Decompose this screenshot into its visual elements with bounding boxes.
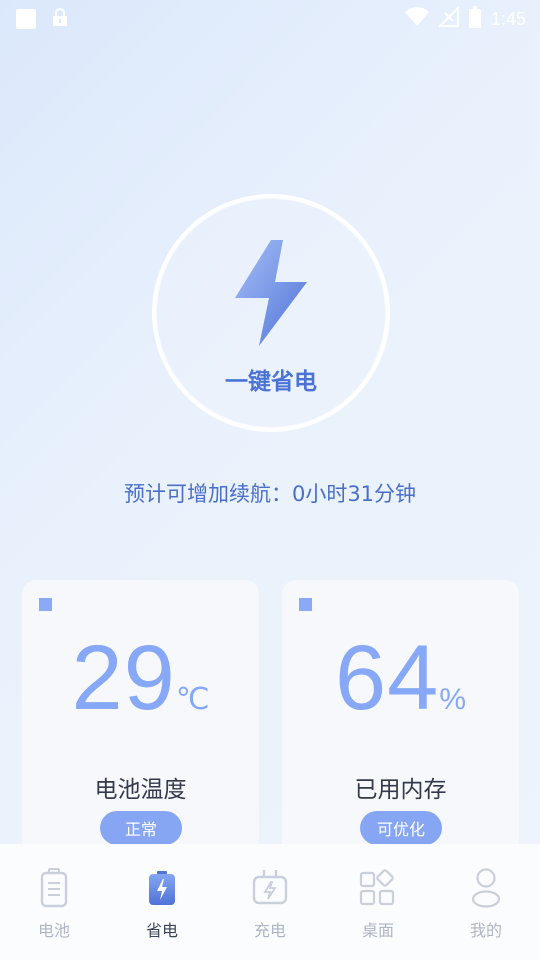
card-marker [39, 598, 52, 611]
wifi-icon [404, 7, 429, 31]
user-icon [466, 868, 506, 908]
bottom-tab-bar: 电池 省电 充电 桌面 我的 [0, 844, 540, 960]
status-bar: 1:45 [0, 0, 540, 36]
clock: 1:45 [490, 8, 526, 29]
battery-icon [468, 6, 481, 32]
tab-battery-label: 电池 [37, 921, 70, 940]
power-button-label: 一键省电 [225, 369, 317, 395]
grid-icon [358, 868, 398, 908]
tab-profile-label: 我的 [469, 921, 502, 940]
tab-power-save-label: 省电 [145, 921, 178, 940]
battery-bolt-icon [142, 868, 182, 908]
memory-unit: % [439, 683, 467, 716]
battery-life-estimate: 预计可增加续航：0小时31分钟 [123, 482, 417, 506]
temperature-value: 29℃ [22, 632, 259, 724]
memory-value: 64% [282, 632, 519, 724]
temperature-status-badge[interactable]: 正常 [100, 811, 182, 845]
card-marker [299, 598, 312, 611]
signal-icon [437, 5, 459, 31]
memory-usage-card[interactable]: 64% 已用内存 可优化 [282, 580, 519, 880]
charger-icon [250, 868, 290, 908]
memory-number: 64 [334, 627, 440, 729]
temperature-number: 29 [71, 627, 176, 729]
temperature-unit: ℃ [175, 683, 210, 716]
tab-desktop-label: 桌面 [361, 921, 394, 940]
lightning-bolt-icon [233, 240, 309, 350]
tab-power-save[interactable]: 省电 [108, 844, 216, 960]
memory-label: 已用内存 [354, 777, 447, 803]
temperature-label: 电池温度 [94, 777, 187, 803]
tab-profile[interactable]: 我的 [432, 844, 540, 960]
tab-charging[interactable]: 充电 [216, 844, 324, 960]
one-tap-save-power-button[interactable]: 一键省电 [152, 194, 390, 432]
notification-square-icon [16, 9, 36, 29]
memory-optimize-badge[interactable]: 可优化 [360, 811, 442, 845]
tab-battery[interactable]: 电池 [0, 844, 108, 960]
tab-charging-label: 充电 [253, 921, 286, 940]
battery-icon [34, 868, 74, 908]
tab-desktop[interactable]: 桌面 [324, 844, 432, 960]
lock-icon [52, 8, 68, 30]
battery-temperature-card[interactable]: 29℃ 电池温度 正常 [22, 580, 259, 880]
